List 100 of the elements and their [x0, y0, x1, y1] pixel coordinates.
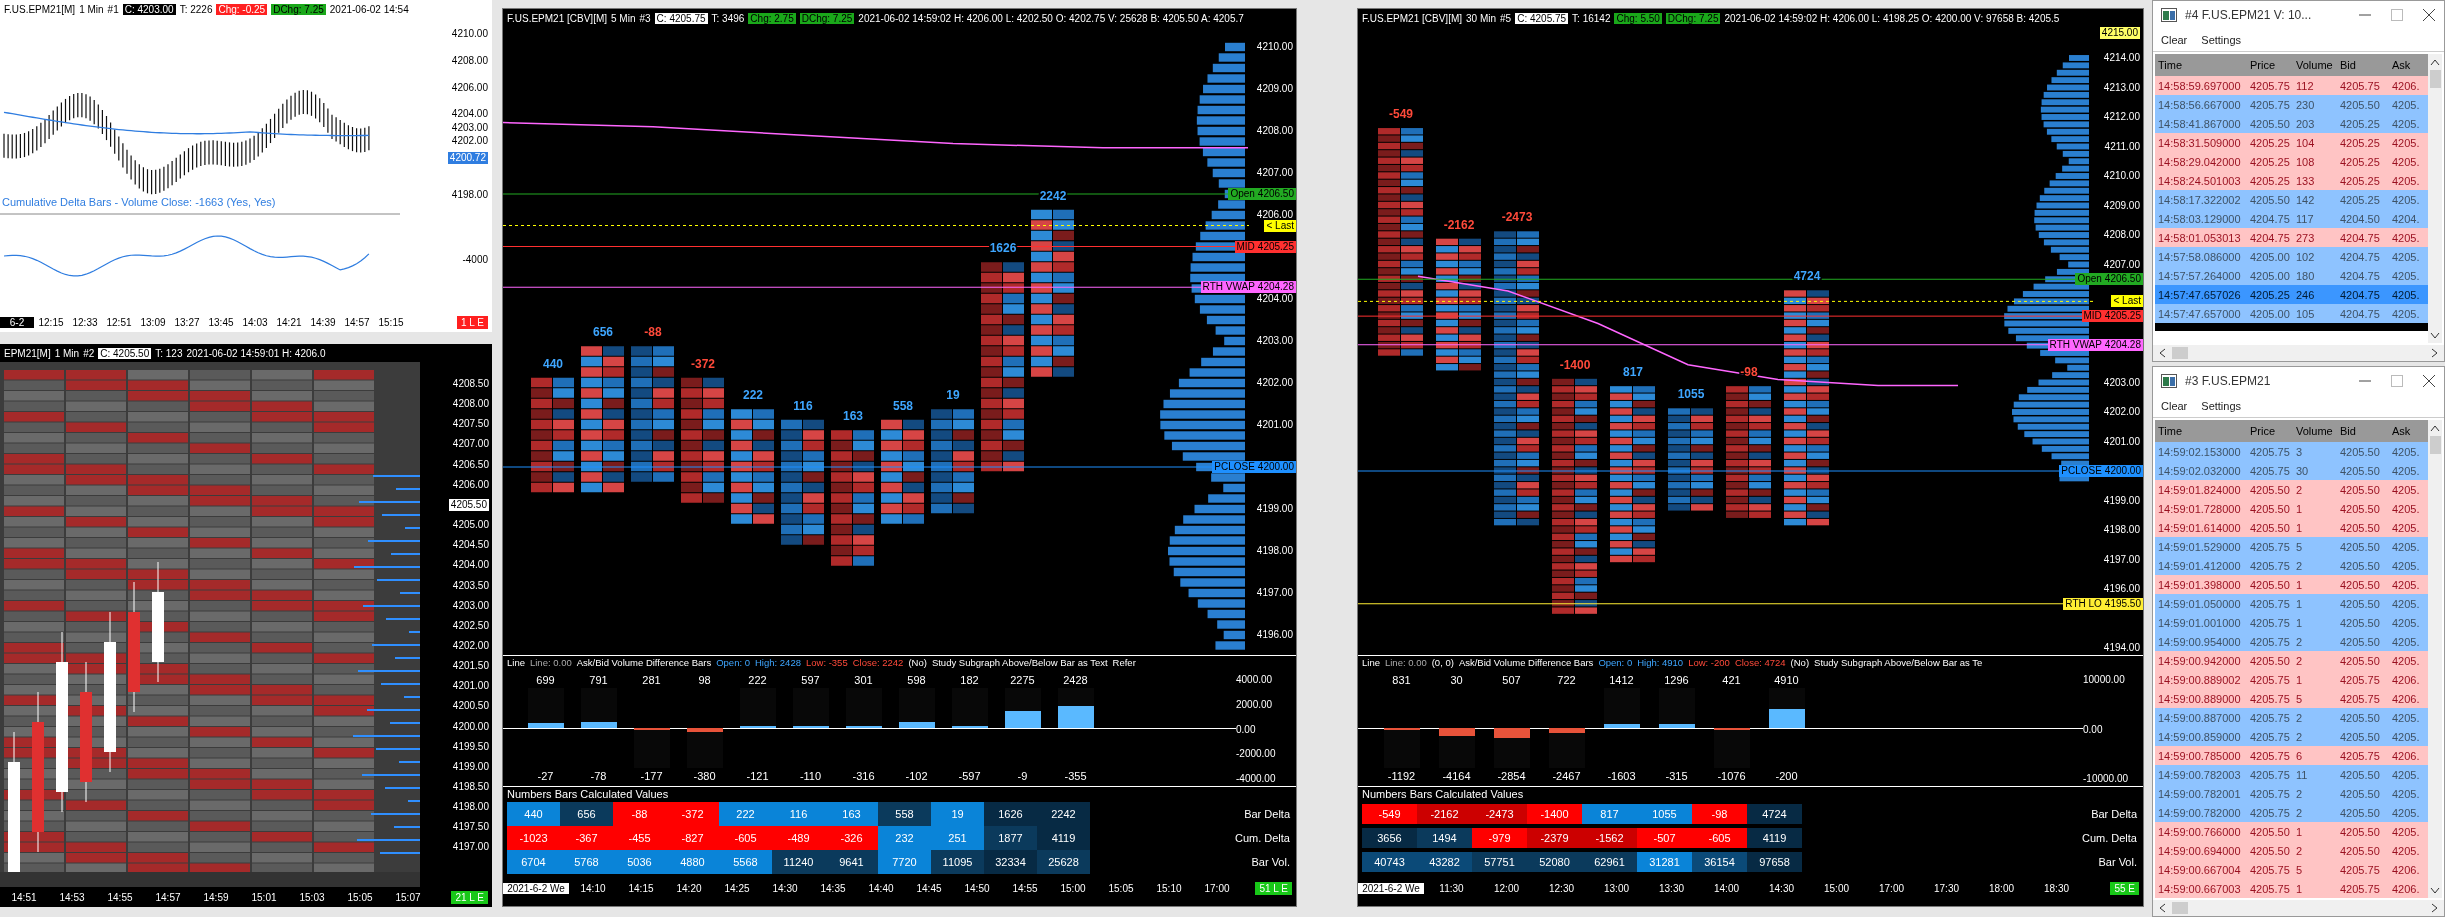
- trade-row[interactable]: 14:58:41.867000 4205.50 203 4205.25 4205.: [2155, 114, 2428, 133]
- trade-row[interactable]: 14:58:56.667000 4205.75 230 4205.50 4205.: [2155, 95, 2428, 114]
- trade-row[interactable]: 14:59:00.859000 4205.75 2 4205.50 4205.: [2155, 727, 2428, 746]
- scroll-up-icon[interactable]: [2430, 424, 2440, 432]
- time-cell-text: 14:58:29.042000: [2157, 155, 2242, 168]
- scroll-down-icon[interactable]: [2430, 332, 2440, 340]
- trade-row[interactable]: 14:59:00.766000 4205.50 1 4205.50 4205.: [2155, 822, 2428, 841]
- horizontal-scrollbar[interactable]: [2153, 900, 2444, 916]
- trade-row[interactable]: 14:59:00.785000 4205.75 6 4205.75 4206.: [2155, 746, 2428, 765]
- bar-delta-label: 558: [893, 398, 913, 413]
- volume-cell-text: 2: [2295, 730, 2304, 743]
- price-cell-text: 4205.50: [2249, 502, 2291, 515]
- vertical-scrollbar[interactable]: [2428, 54, 2442, 343]
- column-header[interactable]: Price: [2247, 425, 2293, 437]
- price-axis-label: 4200.72: [447, 152, 488, 165]
- table-cell: 1626: [984, 802, 1037, 826]
- price-axis-label: 4197.00: [452, 841, 489, 854]
- bar-high-label: 1296: [1664, 673, 1689, 688]
- column-header[interactable]: Bid: [2337, 59, 2389, 71]
- column-header[interactable]: Price: [2247, 59, 2293, 71]
- column-header[interactable]: Volume: [2293, 59, 2337, 71]
- trade-row[interactable]: 14:59:00.942000 4205.50 2 4205.50 4205.: [2155, 651, 2428, 670]
- trade-row[interactable]: 14:59:00.694000 4205.50 2 4205.50 4205.: [2155, 841, 2428, 860]
- scroll-left-icon[interactable]: [2158, 903, 2166, 913]
- scroll-right-icon[interactable]: [2431, 903, 2439, 913]
- maximize-icon[interactable]: [2390, 8, 2404, 22]
- scroll-thumb[interactable]: [2172, 902, 2188, 914]
- column-header[interactable]: Bid: [2337, 425, 2389, 437]
- trade-row[interactable]: 14:59:01.824000 4205.50 2 4205.50 4205.: [2155, 480, 2428, 499]
- column-header[interactable]: Ask: [2389, 59, 2425, 71]
- trade-row[interactable]: 14:59:00.889000 4205.75 5 4205.75 4206.: [2155, 689, 2428, 708]
- menu-item[interactable]: Settings: [2201, 400, 2242, 412]
- trade-row[interactable]: 14:58:17.322002 4205.50 142 4205.25 4205.: [2155, 190, 2428, 209]
- trade-row[interactable]: 14:59:00.667004 4205.75 5 4205.75 4206.: [2155, 860, 2428, 879]
- volume-cell-text: 230: [2295, 98, 2316, 111]
- trade-row[interactable]: 14:58:01.053013 4204.75 273 4204.75 4205.: [2155, 228, 2428, 247]
- maximize-icon[interactable]: [2390, 374, 2404, 388]
- bar-delta-label: 19: [946, 388, 960, 403]
- price-cell-text: 4205.75: [2249, 597, 2291, 610]
- column-header[interactable]: Time: [2155, 425, 2247, 437]
- scroll-up-icon[interactable]: [2430, 58, 2440, 66]
- trade-row[interactable]: 14:57:58.086000 4205.00 102 4204.75 4205.: [2155, 247, 2428, 266]
- bar-low-label: -4164: [1442, 769, 1471, 784]
- trade-row[interactable]: 14:59:01.614000 4205.50 1 4205.50 4205.: [2155, 518, 2428, 537]
- menu-item[interactable]: Clear: [2161, 400, 2188, 412]
- trade-row[interactable]: 14:59:00.889002 4205.75 1 4205.75 4206.: [2155, 670, 2428, 689]
- scroll-thumb[interactable]: [2429, 70, 2441, 88]
- trade-row[interactable]: 14:59:00.782003 4205.75 11 4205.50 4205.: [2155, 765, 2428, 784]
- trade-row[interactable]: 14:59:01.050000 4205.75 1 4205.50 4205.: [2155, 594, 2428, 613]
- close-icon[interactable]: [2422, 374, 2436, 388]
- close-icon[interactable]: [2422, 8, 2436, 22]
- window-title: #4 F.US.EPM21 V: 10...: [2185, 8, 2313, 22]
- menu-item[interactable]: Settings: [2201, 34, 2242, 46]
- volume-cell-text: 2: [2295, 559, 2304, 572]
- trade-row[interactable]: 14:59:00.667003 4205.75 1 4205.75 4206.: [2155, 879, 2428, 898]
- trade-row[interactable]: 14:59:02.153000 4205.75 3 4205.50 4205.: [2155, 442, 2428, 461]
- trade-row[interactable]: 14:58:24.501003 4205.25 133 4205.25 4205.: [2155, 171, 2428, 190]
- column-header[interactable]: Volume: [2293, 425, 2337, 437]
- scroll-right-icon[interactable]: [2431, 348, 2439, 358]
- time-axis-label: 12:51: [105, 316, 133, 328]
- table-cell: -455: [613, 826, 666, 850]
- trade-row[interactable]: 14:58:59.697000 4205.75 112 4205.75 4206.: [2155, 76, 2428, 95]
- time-cell-text: 14:58:56.667000: [2157, 98, 2242, 111]
- trade-row[interactable]: 14:59:00.954000 4205.75 2 4205.50 4205.: [2155, 632, 2428, 651]
- trade-row[interactable]: 14:58:29.042000 4205.25 108 4205.25 4205.: [2155, 152, 2428, 171]
- ask-cell-text: 4205.: [2391, 250, 2421, 263]
- scroll-thumb[interactable]: [2429, 436, 2441, 454]
- trade-row[interactable]: 14:59:00.782001 4205.75 2 4205.50 4205.: [2155, 784, 2428, 803]
- horizontal-scrollbar[interactable]: [2153, 345, 2444, 361]
- trade-row[interactable]: 14:59:01.001000 4205.75 1 4205.50 4205.: [2155, 613, 2428, 632]
- table-cell: 43282: [1417, 852, 1472, 872]
- trade-row[interactable]: 14:57:57.264000 4205.00 180 4204.75 4205.: [2155, 266, 2428, 285]
- trade-row[interactable]: 14:59:01.412000 4205.75 2 4205.50 4205.: [2155, 556, 2428, 575]
- table-cell: 1877: [984, 826, 1037, 850]
- study-header-text: Line: 0.00: [529, 657, 572, 670]
- trade-row[interactable]: 14:58:31.509000 4205.25 104 4205.25 4205.: [2155, 133, 2428, 152]
- trade-row[interactable]: 14:59:00.887000 4205.75 2 4205.50 4205.: [2155, 708, 2428, 727]
- time-axis-label: 14:20: [675, 882, 703, 894]
- trade-row[interactable]: 14:59:01.529000 4205.75 5 4205.50 4205.: [2155, 537, 2428, 556]
- table-cell: 4119: [1747, 828, 1802, 848]
- trade-row[interactable]: 14:59:00.782000 4205.75 2 4205.50 4205.: [2155, 803, 2428, 822]
- price-axis-label: 4201.50: [452, 660, 489, 673]
- scroll-left-icon[interactable]: [2158, 348, 2166, 358]
- vertical-scrollbar[interactable]: [2428, 420, 2442, 898]
- trade-row[interactable]: 14:59:01.728000 4205.50 1 4205.50 4205.: [2155, 499, 2428, 518]
- study-header-text: Study Subgraph Above/Below Bar as Text: [931, 657, 1108, 670]
- trade-row[interactable]: 14:57:47.657000 4205.00 105 4204.75 4205.: [2155, 304, 2428, 323]
- trade-row[interactable]: 14:59:02.032000 4205.75 30 4205.50 4205.: [2155, 461, 2428, 480]
- scroll-down-icon[interactable]: [2430, 887, 2440, 895]
- scroll-thumb[interactable]: [2172, 347, 2188, 359]
- column-header[interactable]: Ask: [2389, 425, 2425, 437]
- bar-high-label: 598: [907, 673, 926, 688]
- trade-row[interactable]: 14:58:03.129000 4204.75 117 4204.50 4204.: [2155, 209, 2428, 228]
- trade-row[interactable]: 14:57:47.657026 4205.25 246 4204.75 4205.: [2155, 285, 2428, 304]
- menu-item[interactable]: Clear: [2161, 34, 2188, 46]
- ask-cell-text: 4205.: [2391, 136, 2421, 149]
- trade-row[interactable]: 14:59:01.398000 4205.50 1 4205.50 4205.: [2155, 575, 2428, 594]
- ask-cell-text: 4206.: [2391, 673, 2421, 686]
- bid-cell-text: 4205.50: [2339, 768, 2381, 781]
- column-header[interactable]: Time: [2155, 59, 2247, 71]
